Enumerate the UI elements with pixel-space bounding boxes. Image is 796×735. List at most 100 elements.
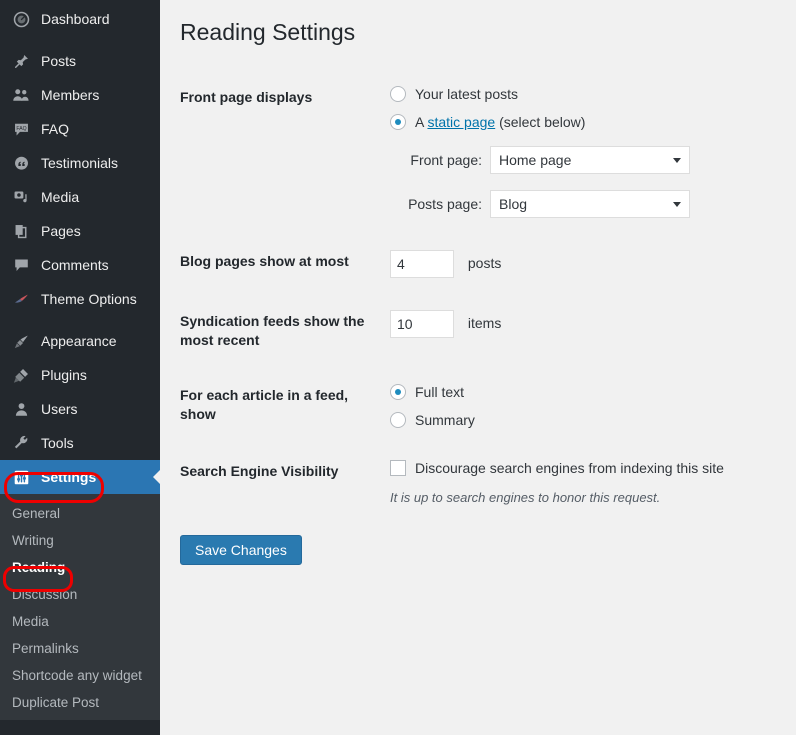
- field-front-page-displays: Your latest posts A static page (select …: [390, 70, 776, 234]
- sidebar-item-label: Testimonials: [41, 155, 119, 171]
- dashboard-icon: [12, 10, 30, 28]
- form-row-blog-pages: Blog pages show at most posts: [180, 234, 776, 294]
- submenu-item-general[interactable]: General: [0, 500, 160, 527]
- sidebar-item-label: Appearance: [41, 333, 117, 349]
- svg-text:FAQ: FAQ: [16, 125, 26, 131]
- static-suffix-text: (select below): [495, 113, 586, 130]
- blog-pages-unit: posts: [467, 254, 502, 271]
- sidebar-item-users[interactable]: Users: [0, 392, 160, 426]
- posts-page-select-row: Posts page: Blog: [390, 189, 766, 218]
- sidebar-item-label: Pages: [41, 223, 81, 239]
- pages-icon: [12, 222, 30, 240]
- label-front-page: Front page:: [410, 151, 482, 168]
- sidebar-item-label: Members: [41, 87, 100, 103]
- sidebar-item-theme-options[interactable]: Theme Options: [0, 282, 160, 316]
- submenu-item-media[interactable]: Media: [0, 608, 160, 635]
- submenu-item-reading[interactable]: Reading: [0, 554, 160, 581]
- sidebar-item-label: Theme Options: [41, 291, 137, 307]
- posts-page-select[interactable]: Blog: [490, 189, 690, 218]
- sidebar-item-appearance[interactable]: Appearance: [0, 324, 160, 358]
- form-row-search-engine-visibility: Search Engine Visibility Discourage sear…: [180, 444, 776, 521]
- field-blog-pages: posts: [390, 234, 776, 294]
- sidebar-item-testimonials[interactable]: Testimonials: [0, 146, 160, 180]
- syndication-unit: items: [467, 314, 502, 331]
- sidebar-item-members[interactable]: Members: [0, 78, 160, 112]
- paintbrush-icon: [12, 332, 30, 350]
- submenu-item-permalinks[interactable]: Permalinks: [0, 635, 160, 662]
- users-group-icon: [12, 86, 30, 104]
- settings-submenu: General Writing Reading Discussion Media…: [0, 494, 160, 720]
- comment-bubble-icon: [12, 256, 30, 274]
- sidebar-item-dashboard[interactable]: Dashboard: [0, 2, 160, 36]
- search-engine-visibility-hint: It is up to search engines to honor this…: [390, 489, 661, 505]
- static-page-link[interactable]: static page: [427, 114, 495, 130]
- discourage-search-engines-checkbox[interactable]: [390, 459, 406, 476]
- sidebar-item-comments[interactable]: Comments: [0, 248, 160, 282]
- wrench-icon: [12, 434, 30, 452]
- settings-sliders-icon: [12, 468, 30, 486]
- radio-option-static-page[interactable]: A static page (select below): [390, 113, 766, 130]
- blog-pages-input[interactable]: [390, 249, 454, 278]
- radio-option-full-text[interactable]: Full text: [390, 383, 766, 400]
- sidebar-item-plugins[interactable]: Plugins: [0, 358, 160, 392]
- label-search-engine-visibility: Search Engine Visibility: [180, 462, 339, 479]
- sidebar-item-media[interactable]: Media: [0, 180, 160, 214]
- page-title: Reading Settings: [180, 19, 356, 45]
- posts-page-selected-value: Blog: [499, 195, 528, 212]
- sidebar-item-label: Dashboard: [41, 11, 110, 27]
- save-changes-button[interactable]: Save Changes: [180, 534, 302, 565]
- discourage-search-engines-label: Discourage search engines from indexing …: [415, 459, 724, 476]
- submenu-item-discussion[interactable]: Discussion: [0, 581, 160, 608]
- field-feed-article: Full text Summary: [390, 368, 776, 444]
- sidebar-item-posts[interactable]: Posts: [0, 44, 160, 78]
- sidebar-separator: [0, 36, 160, 44]
- main-content: Reading Settings Front page displays You…: [160, 0, 796, 735]
- sidebar-item-pages[interactable]: Pages: [0, 214, 160, 248]
- sidebar-item-faq[interactable]: FAQ FAQ: [0, 112, 160, 146]
- radio-option-summary[interactable]: Summary: [390, 411, 766, 428]
- sidebar-item-label: Users: [41, 401, 78, 417]
- front-page-select[interactable]: Home page: [490, 145, 690, 174]
- radio-label-static-page: A static page (select below): [415, 114, 585, 130]
- radio-latest-posts[interactable]: [390, 85, 406, 102]
- sidebar-separator: [0, 316, 160, 324]
- save-row: Save Changes: [180, 521, 776, 565]
- sidebar-item-label: Media: [41, 189, 80, 205]
- radio-full-text[interactable]: [390, 383, 406, 400]
- static-prefix-text: A: [415, 113, 428, 130]
- quote-bubble-icon: [12, 154, 30, 172]
- radio-label-latest-posts: Your latest posts: [415, 85, 518, 102]
- faq-bubble-icon: FAQ: [12, 120, 30, 138]
- syndication-input[interactable]: [390, 309, 454, 338]
- front-page-selected-value: Home page: [499, 151, 572, 168]
- label-syndication-feeds: Syndication feeds show the most recent: [180, 312, 365, 348]
- sidebar-item-settings[interactable]: Settings: [0, 460, 161, 494]
- admin-sidebar: Dashboard Posts Members FAQ FAQ Testimon…: [0, 0, 161, 735]
- brush-icon: [12, 290, 30, 308]
- radio-label-full-text: Full text: [415, 383, 465, 400]
- sidebar-item-label: Tools: [41, 435, 74, 451]
- submenu-item-duplicate-post[interactable]: Duplicate Post: [0, 689, 160, 716]
- user-icon: [12, 400, 30, 418]
- pin-icon: [12, 52, 30, 70]
- plug-icon: [12, 366, 30, 384]
- submenu-item-writing[interactable]: Writing: [0, 527, 160, 554]
- field-search-engine-visibility: Discourage search engines from indexing …: [390, 444, 776, 521]
- label-feed-article: For each article in a feed, show: [180, 386, 349, 422]
- wordpress-admin-screen: Dashboard Posts Members FAQ FAQ Testimon…: [0, 0, 796, 735]
- chevron-down-icon: [673, 157, 681, 163]
- sidebar-item-label: FAQ: [41, 121, 70, 137]
- radio-option-latest-posts[interactable]: Your latest posts: [390, 85, 766, 102]
- media-camera-icon: [12, 188, 30, 206]
- radio-static-page[interactable]: [390, 113, 406, 130]
- sidebar-item-label: Plugins: [41, 367, 87, 383]
- current-menu-arrow-icon: [153, 469, 161, 485]
- sidebar-item-label: Comments: [41, 257, 109, 273]
- submenu-item-shortcode-any-widget[interactable]: Shortcode any widget: [0, 662, 160, 689]
- sidebar-item-label: Settings: [41, 469, 97, 485]
- sidebar-item-tools[interactable]: Tools: [0, 426, 160, 460]
- checkbox-row-discourage[interactable]: Discourage search engines from indexing …: [390, 459, 766, 476]
- field-syndication: items: [390, 294, 776, 368]
- radio-summary[interactable]: [390, 411, 406, 428]
- label-posts-page: Posts page:: [408, 195, 482, 212]
